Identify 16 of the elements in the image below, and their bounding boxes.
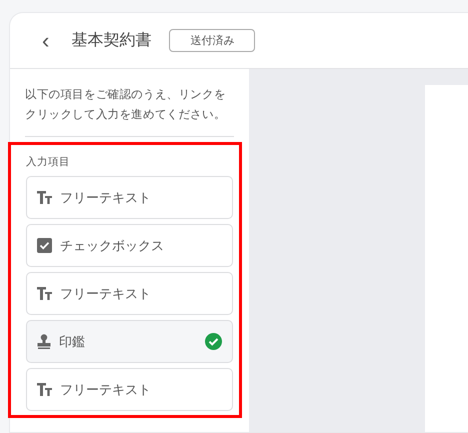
- stamp-icon: [37, 334, 51, 349]
- section-label: 入力項目: [26, 155, 71, 169]
- check-circle-icon: [205, 333, 222, 350]
- status-tag: 送付済み: [169, 29, 256, 52]
- document-title: 基本契約書: [71, 30, 152, 51]
- checkbox-icon: [37, 238, 52, 253]
- input-field-item[interactable]: フリーテキスト: [26, 368, 233, 411]
- input-field-item[interactable]: フリーテキスト: [26, 272, 233, 315]
- input-field-item[interactable]: フリーテキスト: [26, 176, 233, 219]
- text-format-icon: [37, 383, 52, 396]
- input-field-item[interactable]: 印鑑: [26, 320, 233, 363]
- input-field-item[interactable]: チェックボックス: [26, 224, 233, 267]
- back-button[interactable]: ‹: [38, 30, 54, 52]
- instruction-text: 以下の項目をご確認のうえ、リンクをクリックして入力を進めてください。: [25, 84, 234, 137]
- text-format-icon: [37, 287, 52, 300]
- text-format-icon: [37, 191, 52, 204]
